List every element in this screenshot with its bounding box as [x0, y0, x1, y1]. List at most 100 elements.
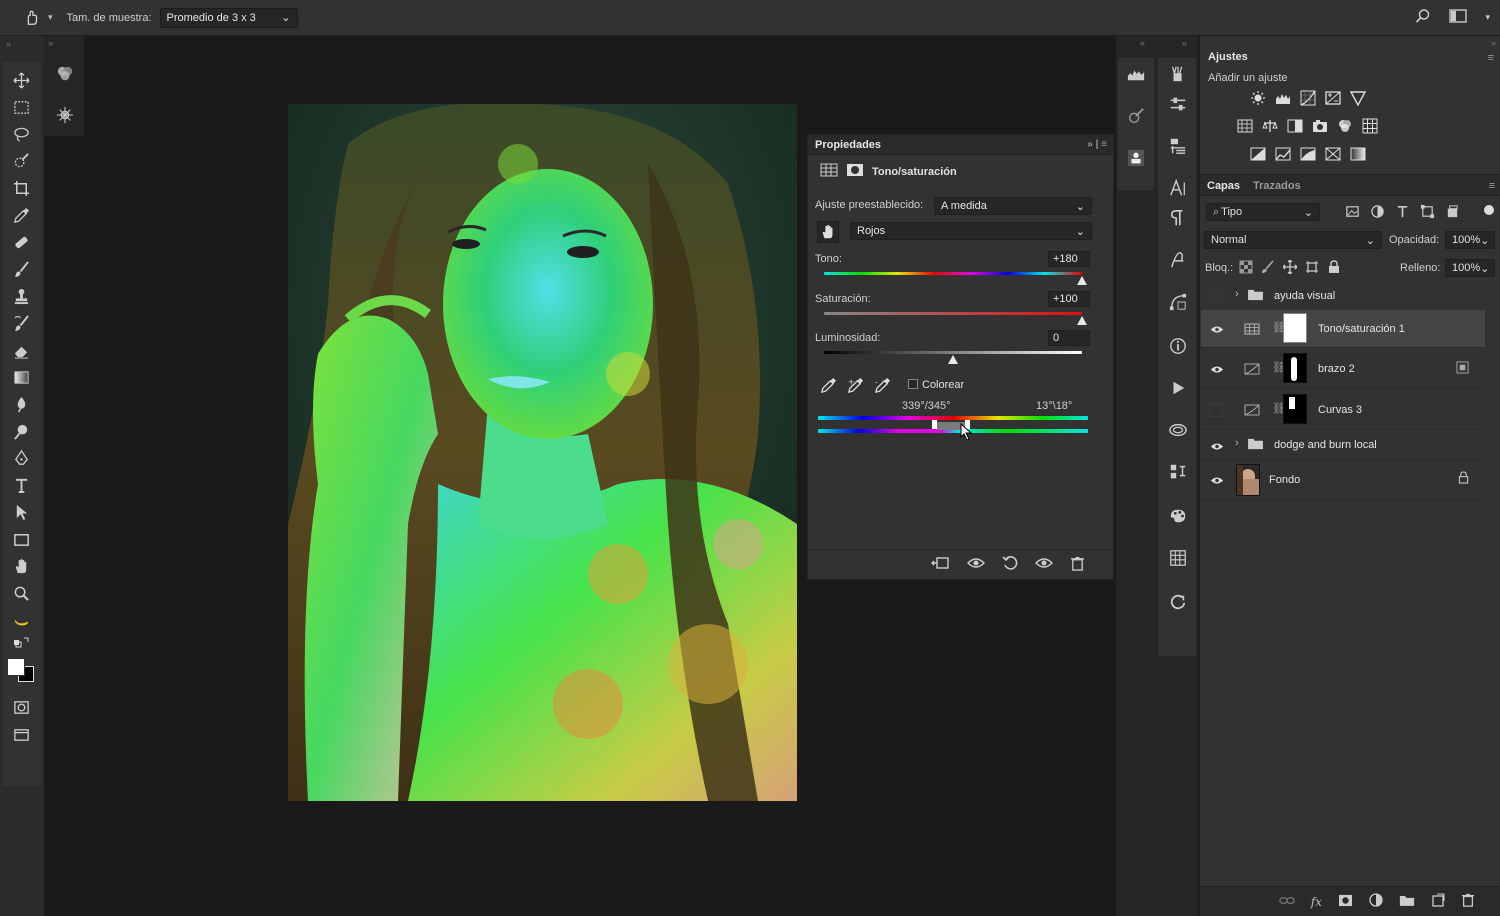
sample-size-select[interactable]: Promedio de 3 x 3 ⌄	[159, 7, 298, 28]
brush-tool-icon[interactable]	[8, 258, 34, 280]
hue-slider-knob[interactable]	[1077, 276, 1087, 285]
new-group-icon[interactable]	[1399, 894, 1415, 910]
healing-brush-tool-icon[interactable]	[8, 231, 34, 253]
curves-icon[interactable]	[1298, 88, 1318, 108]
layer-filter-select[interactable]: ⌕ Tipo ⌄	[1206, 203, 1320, 221]
colorize-checkbox[interactable]	[908, 379, 918, 389]
info-icon[interactable]	[1166, 334, 1190, 358]
pen-tool-icon[interactable]	[8, 447, 34, 469]
add-mask-icon[interactable]	[1338, 894, 1353, 910]
default-colors-icon[interactable]	[8, 636, 34, 650]
fx-icon[interactable]: fx	[1311, 895, 1322, 909]
lightness-value[interactable]: 0	[1048, 330, 1090, 346]
exposure-icon[interactable]	[1323, 88, 1343, 108]
quick-selection-tool-icon[interactable]	[8, 150, 34, 172]
lock-transparent-icon[interactable]	[1239, 260, 1253, 277]
filter-adjustment-icon[interactable]	[1370, 204, 1385, 222]
visibility-off[interactable]	[1209, 403, 1223, 417]
history-icon[interactable]	[1166, 590, 1190, 614]
channel-mixer-icon[interactable]	[54, 63, 76, 85]
saturation-slider-track[interactable]	[824, 312, 1082, 315]
threshold-icon[interactable]	[1298, 144, 1318, 164]
lightness-slider-track[interactable]	[824, 351, 1082, 354]
panel-menu-icon[interactable]: ≡	[1489, 180, 1495, 192]
paths-icon[interactable]	[1166, 290, 1190, 314]
lock-artboard-icon[interactable]	[1305, 260, 1319, 277]
layer-mask-thumbnail[interactable]	[1283, 313, 1307, 343]
navigator-icon[interactable]	[54, 104, 76, 126]
paragraph-icon[interactable]	[1166, 206, 1190, 230]
color-lookup-icon[interactable]	[1360, 116, 1380, 136]
expand-chevron-icon[interactable]: ›	[1235, 437, 1239, 449]
delete-layer-icon[interactable]	[1461, 893, 1475, 910]
rectangle-tool-icon[interactable]	[8, 528, 34, 550]
blend-mode-select[interactable]: Normal ⌄	[1204, 231, 1382, 249]
invert-icon[interactable]	[1248, 144, 1268, 164]
brush-settings-icon[interactable]	[1166, 62, 1190, 86]
lightness-slider-knob[interactable]	[948, 355, 958, 364]
layer-comps-icon[interactable]	[1166, 460, 1190, 484]
toggle-visibility-icon[interactable]	[1034, 555, 1054, 574]
posterize-icon[interactable]	[1273, 144, 1293, 164]
eyedropper-tool-icon[interactable]	[8, 204, 34, 226]
saturation-slider-knob[interactable]	[1077, 316, 1087, 325]
character-styles-icon[interactable]	[1166, 134, 1190, 158]
photo-filter-icon[interactable]	[1310, 116, 1330, 136]
history-brush-tool-icon[interactable]	[8, 312, 34, 334]
hue-slider-track[interactable]	[824, 272, 1082, 275]
actions-play-icon[interactable]	[1166, 376, 1190, 400]
new-fill-adjustment-icon[interactable]	[1369, 893, 1383, 910]
range-left-handle[interactable]	[932, 420, 937, 429]
layer-row[interactable]: › dodge and burn local	[1201, 431, 1485, 461]
path-selection-tool-icon[interactable]	[8, 501, 34, 523]
expand-chevron-icon[interactable]: ›	[1235, 288, 1239, 300]
workspace-chevron-icon[interactable]: ▾	[1485, 12, 1490, 23]
foreground-background-color[interactable]	[7, 656, 34, 688]
zoom-tool-icon[interactable]	[8, 582, 34, 604]
visibility-off[interactable]	[1209, 289, 1223, 303]
marquee-tool-icon[interactable]	[8, 96, 34, 118]
eyedropper-icon[interactable]	[820, 377, 837, 397]
search-icon[interactable]	[1415, 8, 1431, 27]
clone-source-icon[interactable]	[1166, 92, 1190, 116]
levels-icon[interactable]	[1273, 88, 1293, 108]
lock-all-icon[interactable]	[1327, 260, 1341, 277]
clone-stamp-tool-icon[interactable]	[8, 285, 34, 307]
document-canvas[interactable]	[288, 104, 797, 801]
eye-icon[interactable]	[1209, 472, 1225, 488]
gradient-tool-icon[interactable]	[8, 366, 34, 388]
brush-presets-icon[interactable]	[1124, 104, 1148, 128]
hue-saturation-adj-icon[interactable]	[1235, 116, 1255, 136]
clip-to-layer-icon[interactable]	[930, 555, 950, 574]
channel-select[interactable]: Rojos ⌄	[850, 222, 1092, 240]
preset-select[interactable]: A medida ⌄	[934, 197, 1092, 215]
swatches-icon[interactable]	[1166, 504, 1190, 528]
panel-menu-icon[interactable]: » | ≡	[1087, 139, 1107, 150]
hue-value[interactable]: +180	[1048, 251, 1090, 267]
layer-mask-thumbnail[interactable]	[1283, 353, 1307, 383]
saturation-value[interactable]: +100	[1048, 291, 1090, 307]
collapse-arrows-icon[interactable]: «	[1140, 38, 1145, 48]
filter-pixel-icon[interactable]	[1345, 204, 1360, 222]
move-tool-icon[interactable]	[8, 69, 34, 91]
layer-row-selected[interactable]: ⛓ Tono/saturación 1	[1201, 310, 1485, 348]
lasso-tool-icon[interactable]	[8, 123, 34, 145]
dodge-tool-icon[interactable]	[8, 420, 34, 442]
new-layer-icon[interactable]	[1431, 893, 1445, 910]
black-white-icon[interactable]	[1285, 116, 1305, 136]
character-icon[interactable]	[1166, 176, 1190, 200]
lock-position-icon[interactable]	[1282, 259, 1298, 277]
vibrance-icon[interactable]	[1348, 88, 1368, 108]
selective-color-icon[interactable]	[1323, 144, 1343, 164]
filter-shape-icon[interactable]	[1420, 204, 1435, 222]
banana-icon[interactable]	[8, 609, 34, 631]
reset-icon[interactable]	[1002, 555, 1018, 574]
workspace-icon[interactable]	[1449, 9, 1468, 26]
fill-field[interactable]: 100% ⌄	[1445, 259, 1495, 277]
type-tool-icon[interactable]	[8, 474, 34, 496]
targeted-adjustment-hand-icon[interactable]	[817, 221, 839, 243]
eyedropper-minus-icon[interactable]: -	[874, 377, 891, 397]
panel-menu-icon[interactable]: ≡	[1488, 52, 1494, 64]
layer-mask-thumbnail[interactable]	[1283, 394, 1307, 424]
color-balance-icon[interactable]	[1260, 116, 1280, 136]
